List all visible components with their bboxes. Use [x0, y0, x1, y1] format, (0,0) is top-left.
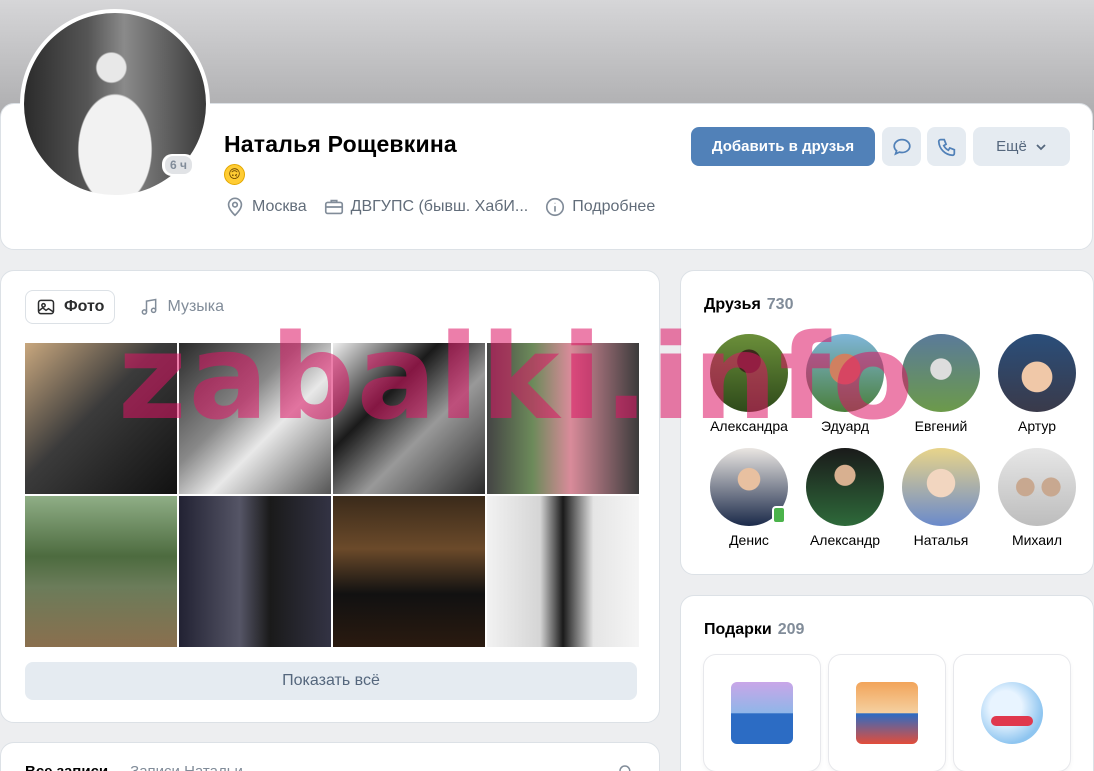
- friend-name: Артур: [1017, 418, 1056, 434]
- gift-snow-cat-icon: [981, 682, 1043, 744]
- friend-name: Александр: [809, 532, 881, 548]
- friend-avatar: [806, 334, 884, 412]
- info-icon: [546, 197, 565, 217]
- friend-item[interactable]: Михаил: [989, 448, 1085, 548]
- photo-thumbnail[interactable]: [25, 343, 177, 494]
- photo-thumbnail[interactable]: [487, 496, 639, 647]
- posts-tabs: Все записи Записи Натальи: [25, 763, 243, 771]
- friend-name: Михаил: [1011, 532, 1063, 548]
- gift-box-icon: [731, 682, 793, 744]
- music-note-icon: [142, 298, 157, 315]
- friend-item[interactable]: Артур: [989, 334, 1085, 434]
- gifts-title-label: Подарки: [704, 621, 772, 638]
- gifts-card: Подарки 209: [680, 595, 1094, 771]
- briefcase-icon: [324, 199, 343, 215]
- last-seen-badge: 6 ч: [162, 154, 195, 176]
- gift-cat-box-icon: [856, 682, 918, 744]
- tab-own-posts[interactable]: Записи Натальи: [130, 763, 243, 771]
- tab-photos[interactable]: Фото: [25, 290, 116, 324]
- gift-item[interactable]: [829, 655, 945, 771]
- friends-title-label: Друзья: [704, 296, 761, 313]
- friend-avatar: [998, 334, 1076, 412]
- photo-icon: [37, 299, 55, 315]
- friend-avatar: [998, 448, 1076, 526]
- tab-all-posts[interactable]: Все записи: [25, 763, 108, 771]
- profile-info-row: Москва ДВГУПС (бывш. ХабИ... Подробнее: [224, 196, 655, 218]
- more-actions-button[interactable]: Ещё: [973, 127, 1070, 166]
- last-seen-label: 6 ч: [165, 156, 192, 174]
- friend-avatar: [710, 334, 788, 412]
- friends-count: 730: [766, 296, 794, 313]
- friend-avatar: [710, 448, 788, 526]
- friends-title[interactable]: Друзья 730: [704, 296, 793, 314]
- gifts-count: 209: [777, 621, 805, 638]
- call-button[interactable]: [927, 127, 966, 166]
- more-info-label: Подробнее: [572, 198, 656, 215]
- message-button[interactable]: [882, 127, 921, 166]
- location-pin-icon: [227, 197, 243, 217]
- gift-item[interactable]: [704, 655, 820, 771]
- info-city: Москва: [224, 196, 307, 218]
- gifts-title[interactable]: Подарки 209: [704, 621, 804, 639]
- friend-item[interactable]: Александра: [701, 334, 797, 434]
- more-actions-label: Ещё: [996, 138, 1027, 155]
- chevron-down-icon: [1036, 143, 1046, 150]
- add-friend-button[interactable]: Добавить в друзья: [691, 127, 875, 166]
- friend-item[interactable]: Эдуард: [797, 334, 893, 434]
- friends-grid: Александра Эдуард Евгений Артур Денис Ал…: [701, 334, 1081, 548]
- photo-thumbnail[interactable]: [333, 343, 485, 494]
- posts-card: Все записи Записи Натальи: [0, 742, 660, 771]
- photo-thumbnail[interactable]: [179, 496, 331, 647]
- photo-grid: [25, 343, 639, 648]
- friend-item[interactable]: Александр: [797, 448, 893, 548]
- friend-name: Эдуард: [820, 418, 870, 434]
- gift-item[interactable]: [954, 655, 1070, 771]
- info-more-link[interactable]: Подробнее: [544, 196, 655, 218]
- friend-name: Наталья: [913, 532, 969, 548]
- friend-avatar: [806, 448, 884, 526]
- media-card: Фото Музыка Показать всё: [0, 270, 660, 723]
- info-university[interactable]: ДВГУПС (бывш. ХабИ...: [323, 196, 529, 218]
- friend-name: Денис: [729, 532, 769, 548]
- search-icon[interactable]: [617, 763, 635, 771]
- profile-name: Наталья Рощевкина: [224, 131, 457, 157]
- friend-item[interactable]: Денис: [701, 448, 797, 548]
- friend-avatar: [902, 448, 980, 526]
- photo-thumbnail[interactable]: [333, 496, 485, 647]
- friend-avatar: [902, 334, 980, 412]
- gifts-row: [704, 655, 1070, 771]
- status-emoji[interactable]: 🙃: [224, 164, 245, 185]
- friend-item[interactable]: Евгений: [893, 334, 989, 434]
- tab-photos-label: Фото: [64, 298, 105, 315]
- friends-card: Друзья 730 Александра Эдуард Евгений Арту…: [680, 270, 1094, 575]
- friend-item[interactable]: Наталья: [893, 448, 989, 548]
- friend-name: Евгений: [914, 418, 968, 434]
- show-all-photos-button[interactable]: Показать всё: [25, 662, 637, 700]
- photo-thumbnail[interactable]: [25, 496, 177, 647]
- photo-thumbnail[interactable]: [487, 343, 639, 494]
- chat-bubble-icon: [892, 138, 911, 156]
- phone-icon: [937, 138, 955, 156]
- friend-name: Александра: [710, 418, 788, 434]
- mobile-online-icon: [772, 506, 786, 524]
- photo-thumbnail[interactable]: [179, 343, 331, 494]
- media-tabs: Фото Музыка: [25, 290, 234, 324]
- city-label: Москва: [252, 198, 307, 215]
- tab-music[interactable]: Музыка: [129, 290, 234, 324]
- university-label: ДВГУПС (бывш. ХабИ...: [350, 198, 529, 215]
- tab-music-label: Музыка: [167, 298, 225, 315]
